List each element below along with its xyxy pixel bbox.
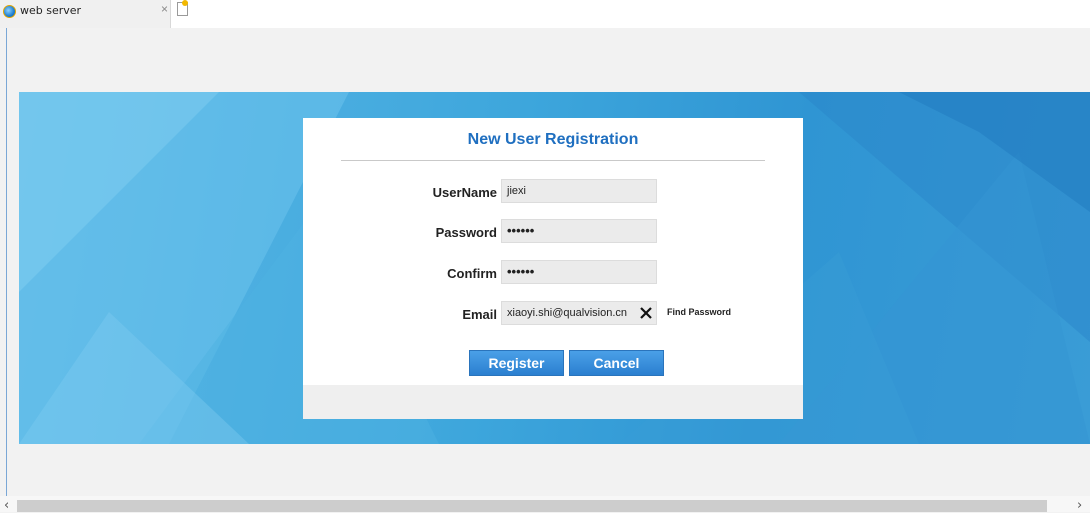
email-field[interactable]: xiaoyi.shi@qualvision.cn xyxy=(507,307,627,319)
email-label: Email xyxy=(462,307,497,322)
scroll-left-arrow-icon[interactable]: ‹ xyxy=(4,498,9,513)
username-field[interactable]: jiexi xyxy=(501,179,657,203)
title-divider xyxy=(341,160,765,161)
register-button[interactable]: Register xyxy=(469,350,564,376)
username-label: UserName xyxy=(432,185,497,200)
registration-card: New User Registration UserName jiexi Pas… xyxy=(303,118,803,419)
scroll-right-arrow-icon[interactable]: › xyxy=(1077,498,1082,513)
window-frame-edge xyxy=(6,28,7,498)
new-tab-icon[interactable] xyxy=(172,0,192,20)
tab-close-icon[interactable]: × xyxy=(161,2,168,16)
scrollbar-thumb[interactable] xyxy=(17,500,1047,512)
password-field[interactable]: •••••• xyxy=(501,219,657,243)
clear-x-icon[interactable] xyxy=(640,306,652,320)
browser-page-icon xyxy=(3,5,16,18)
new-tab-star-shape xyxy=(182,0,188,6)
browser-tab-strip: web server × xyxy=(0,0,1090,28)
find-password-link[interactable]: Find Password xyxy=(667,307,731,317)
form-title: New User Registration xyxy=(467,131,639,148)
horizontal-scrollbar[interactable]: ‹ › xyxy=(0,496,1090,513)
email-field-box[interactable]: xiaoyi.shi@qualvision.cn xyxy=(501,301,657,325)
tab-title: web server xyxy=(20,4,82,17)
password-label: Password xyxy=(435,225,497,240)
browser-tab[interactable]: web server × xyxy=(0,0,171,28)
confirm-label: Confirm xyxy=(447,266,497,281)
confirm-password-field[interactable]: •••••• xyxy=(501,260,657,284)
cancel-button[interactable]: Cancel xyxy=(569,350,664,376)
card-footer xyxy=(303,385,803,419)
